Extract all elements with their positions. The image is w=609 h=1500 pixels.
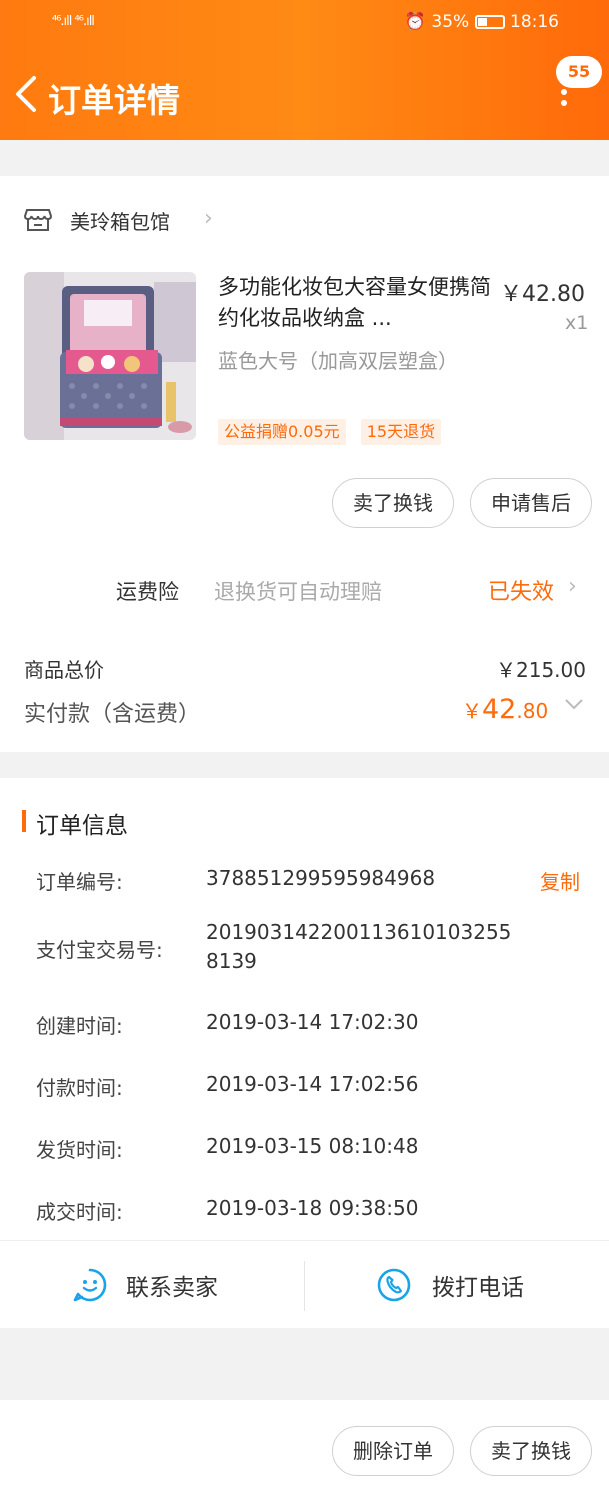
app-header: ⁴⁶.ıll ⁴⁶.ıll ⏰ 35% 18:16 订单详情 55 (0, 0, 609, 140)
goods-total-value: ￥215.00 (496, 658, 586, 682)
insurance-label: 运费险 (116, 580, 179, 604)
back-icon[interactable] (10, 72, 42, 116)
shipped-label: 发货时间: (36, 1138, 123, 1162)
message-badge[interactable]: 55 (556, 56, 602, 88)
order-no-value: 378851299595984968 (206, 866, 436, 890)
after-sale-button[interactable]: 申请售后 (470, 478, 592, 528)
paid-value: ￥42.80 (462, 694, 548, 725)
signal-indicator: ⁴⁶.ıll ⁴⁶.ıll (52, 14, 95, 29)
shop-name[interactable]: 美玲箱包馆 (70, 206, 170, 235)
alipay-no-value: 2019031422001136101032558139 (206, 920, 512, 973)
chevron-down-icon[interactable] (562, 692, 586, 716)
tag-charity: 公益捐赠0.05元 (218, 419, 346, 445)
divider (304, 1261, 305, 1311)
order-item-card: 美玲箱包馆 › 多功能化妆包大容量女便携简约化妆品收纳盒 ... ￥42.80 … (0, 176, 609, 752)
paid-int: 42 (482, 694, 517, 725)
status-bar: ⁴⁶.ıll ⁴⁶.ıll ⏰ 35% 18:16 (0, 0, 609, 48)
insurance-desc: 退换货可自动理赔 (214, 580, 382, 604)
shop-icon (24, 209, 52, 231)
completed-value: 2019-03-18 09:38:50 (206, 1196, 419, 1220)
sell-button[interactable]: 卖了换钱 (332, 478, 454, 528)
delete-order-button[interactable]: 删除订单 (332, 1426, 454, 1476)
product-title[interactable]: 多功能化妆包大容量女便携简约化妆品收纳盒 ... (218, 272, 498, 334)
product-sku: 蓝色大号（加高双层塑盒） (218, 349, 458, 373)
alarm-icon: ⏰ (404, 12, 426, 32)
created-label: 创建时间: (36, 1014, 123, 1038)
sell-again-button[interactable]: 卖了换钱 (470, 1426, 592, 1476)
shipped-value: 2019-03-15 08:10:48 (206, 1134, 419, 1158)
product-tags: 公益捐赠0.05元 15天退货 (218, 419, 451, 445)
contact-seller-button[interactable]: 联系卖家 (72, 1241, 218, 1329)
created-value: 2019-03-14 17:02:30 (206, 1010, 419, 1034)
paid-dec: .80 (516, 699, 549, 723)
product-image[interactable] (24, 272, 196, 440)
paid-label: 实付款（含运费） (24, 702, 201, 727)
contact-actions: 联系卖家 拨打电话 (0, 1240, 609, 1328)
paid-time-label: 付款时间: (36, 1076, 123, 1100)
chevron-right-icon[interactable]: › (568, 574, 577, 599)
alipay-no-label: 支付宝交易号: (36, 938, 163, 962)
chevron-right-icon: › (204, 206, 213, 231)
status-right: ⏰ 35% 18:16 (405, 12, 559, 32)
page-title: 订单详情 (48, 81, 180, 120)
section-accent-bar (22, 810, 26, 832)
goods-total-label: 商品总价 (24, 658, 104, 682)
chat-face-icon (73, 1268, 107, 1302)
bottom-action-bar: 删除订单 卖了换钱 (0, 1400, 609, 1500)
paid-time-value: 2019-03-14 17:02:56 (206, 1072, 419, 1096)
section-title: 订单信息 (36, 813, 128, 839)
paid-currency: ￥ (462, 699, 482, 723)
product-quantity: x1 (565, 312, 589, 334)
call-label: 拨打电话 (432, 1275, 524, 1301)
call-button[interactable]: 拨打电话 (376, 1241, 524, 1329)
phone-icon (377, 1268, 411, 1302)
product-price: ￥42.80 (500, 282, 585, 307)
order-info-card: 订单信息 订单编号: 378851299595984968 复制 支付宝交易号:… (0, 778, 609, 1328)
completed-label: 成交时间: (36, 1200, 123, 1224)
tag-return: 15天退货 (360, 419, 442, 445)
battery-percent: 35% (431, 12, 470, 32)
contact-seller-label: 联系卖家 (126, 1275, 218, 1301)
order-no-label: 订单编号: (36, 870, 123, 894)
clock: 18:16 (510, 12, 559, 32)
battery-icon (474, 15, 505, 29)
insurance-status[interactable]: 已失效 (488, 574, 554, 606)
copy-button[interactable]: 复制 (540, 866, 580, 895)
